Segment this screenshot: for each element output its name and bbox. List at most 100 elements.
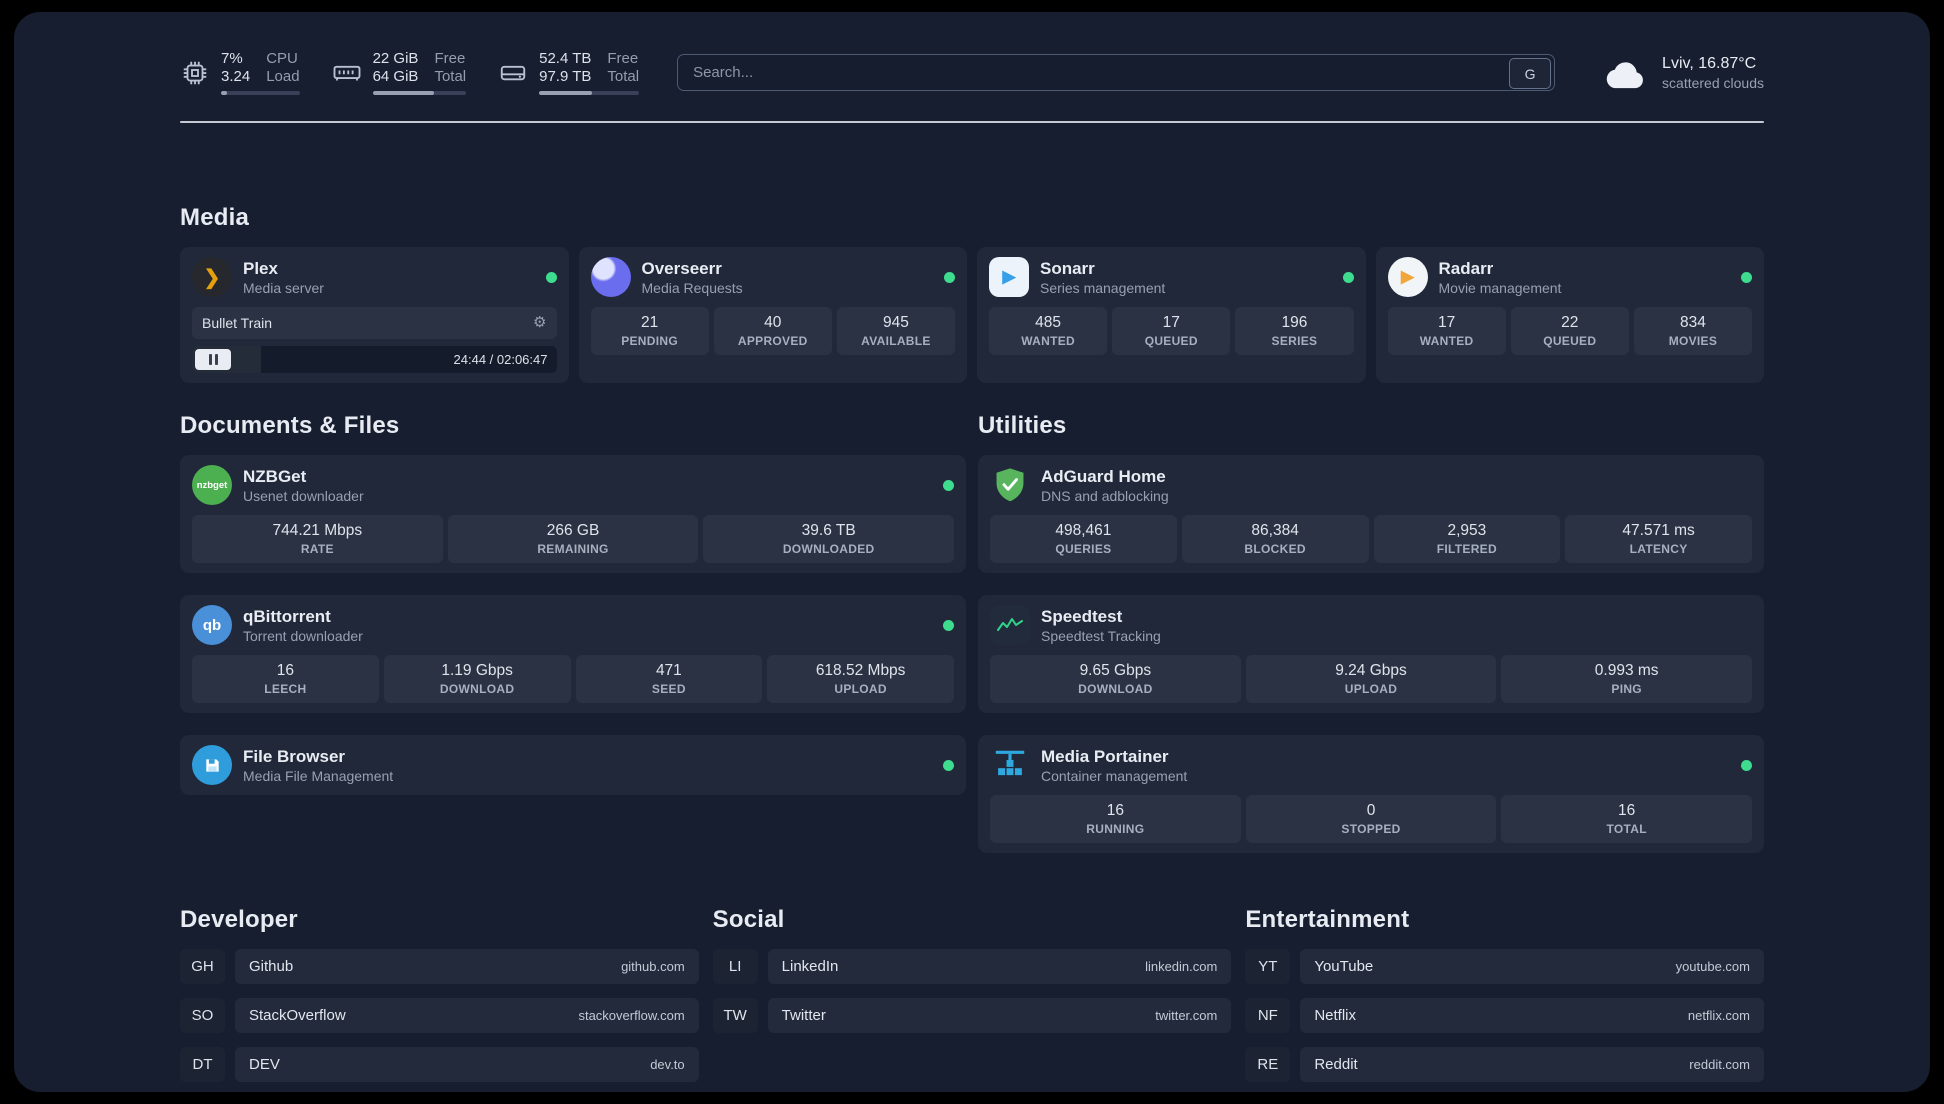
bookmark-link-netflix[interactable]: NF Netflix netflix.com bbox=[1245, 998, 1764, 1033]
bookmark-domain: stackoverflow.com bbox=[578, 1008, 685, 1023]
service-name: Sonarr bbox=[1040, 258, 1095, 278]
service-card-adguard[interactable]: AdGuard Home DNS and adblocking 498,461 … bbox=[978, 455, 1764, 573]
cloud-icon bbox=[1606, 61, 1643, 88]
stat-latency: 47.571 ms LATENCY bbox=[1565, 515, 1752, 563]
search-input[interactable] bbox=[677, 54, 1556, 91]
memory-total-value: 64 GiB bbox=[372, 68, 419, 85]
stat-pending: 21 PENDING bbox=[590, 307, 709, 355]
service-desc: DNS and adblocking bbox=[1041, 487, 1169, 504]
plex-icon: ❯ bbox=[192, 257, 232, 297]
disk-widget: 52.4 TB 97.9 TB Free Total bbox=[498, 50, 640, 95]
bookmark-abbr: DT bbox=[180, 1047, 225, 1082]
bookmark-group-developer: Developer GH Github github.com SO StackO… bbox=[180, 905, 699, 1082]
service-desc: Media server bbox=[243, 279, 324, 296]
top-bar: 7% 3.24 CPU Load 22 GiB 64 GiB Free Tota… bbox=[180, 50, 1764, 95]
bookmark-link-github[interactable]: GH Github github.com bbox=[180, 949, 699, 984]
section-title-entertainment: Entertainment bbox=[1245, 906, 1410, 933]
service-desc: Movie management bbox=[1438, 279, 1562, 296]
disk-free-label: Free bbox=[607, 50, 639, 67]
weather-condition: scattered clouds bbox=[1662, 75, 1764, 91]
bookmark-abbr: YT bbox=[1245, 949, 1291, 984]
service-name: Speedtest bbox=[1041, 606, 1123, 626]
disk-progress-bar bbox=[539, 91, 640, 95]
stat-download: 1.19 Gbps DOWNLOAD bbox=[383, 655, 571, 703]
status-indicator bbox=[944, 271, 955, 283]
service-desc: Media File Management bbox=[243, 767, 394, 784]
bookmark-link-reddit[interactable]: RE Reddit reddit.com bbox=[1245, 1047, 1764, 1082]
stat-movies: 834 MOVIES bbox=[1633, 307, 1753, 355]
search-bar: G bbox=[677, 54, 1556, 91]
disk-free-value: 52.4 TB bbox=[539, 50, 592, 67]
cpu-load-value: 3.24 bbox=[221, 68, 251, 85]
disk-total-label: Total bbox=[607, 68, 640, 85]
bookmark-domain: reddit.com bbox=[1689, 1057, 1750, 1072]
cpu-widget: 7% 3.24 CPU Load bbox=[180, 50, 300, 95]
service-card-speedtest[interactable]: Speedtest Speedtest Tracking 9.65 Gbps D… bbox=[978, 595, 1764, 713]
stat-filtered: 2,953 FILTERED bbox=[1373, 515, 1561, 563]
bookmark-link-stackoverflow[interactable]: SO StackOverflow stackoverflow.com bbox=[180, 998, 699, 1033]
playback-time: 24:44 / 02:06:47 bbox=[453, 352, 548, 367]
bookmark-abbr: GH bbox=[180, 949, 225, 984]
service-name: File Browser bbox=[243, 746, 346, 766]
search-engine-button[interactable]: G bbox=[1509, 58, 1552, 89]
bookmark-name: LinkedIn bbox=[781, 958, 839, 975]
stat-download: 9.65 Gbps DOWNLOAD bbox=[990, 655, 1241, 703]
cpu-usage-value: 7% bbox=[221, 50, 243, 67]
stat-wanted: 485 WANTED bbox=[989, 307, 1108, 355]
section-documents: Documents & Files nzbget NZBGet Usenet d… bbox=[180, 411, 966, 795]
service-card-filebrowser[interactable]: File Browser Media File Management bbox=[180, 735, 966, 795]
memory-total-label: Total bbox=[434, 68, 467, 85]
cpu-icon bbox=[183, 61, 207, 84]
section-media: Media ❯ Plex Media server Bullet Train ⚙ bbox=[180, 203, 1764, 383]
stat-upload: 618.52 Mbps UPLOAD bbox=[767, 655, 954, 703]
service-card-sonarr[interactable]: ▶ Sonarr Series management 485 WANTED 17… bbox=[977, 247, 1366, 383]
bookmark-link-twitter[interactable]: TW Twitter twitter.com bbox=[712, 998, 1232, 1033]
stat-wanted: 17 WANTED bbox=[1387, 307, 1506, 355]
gear-icon[interactable]: ⚙ bbox=[533, 313, 546, 333]
service-card-portainer[interactable]: Media Portainer Container management 16 … bbox=[978, 735, 1764, 853]
sonarr-icon: ▶ bbox=[989, 257, 1029, 297]
service-card-plex[interactable]: ❯ Plex Media server Bullet Train ⚙ 24:44… bbox=[180, 247, 569, 383]
bookmark-domain: linkedin.com bbox=[1145, 959, 1218, 974]
service-name: Plex bbox=[243, 258, 278, 278]
stat-ping: 0.993 ms PING bbox=[1501, 655, 1753, 703]
bookmark-name: Twitter bbox=[781, 1007, 826, 1024]
bookmark-abbr: TW bbox=[712, 998, 758, 1033]
stat-remaining: 266 GB REMAINING bbox=[447, 515, 699, 563]
memory-free-value: 22 GiB bbox=[372, 50, 419, 67]
service-card-qbittorrent[interactable]: qb qBittorrent Torrent downloader 16 LEE… bbox=[180, 595, 966, 713]
stat-rate: 744.21 Mbps RATE bbox=[192, 515, 443, 563]
stat-seed: 471 SEED bbox=[575, 655, 763, 703]
homepage-dashboard: 7% 3.24 CPU Load 22 GiB 64 GiB Free Tota… bbox=[14, 12, 1930, 1092]
bookmark-link-dev[interactable]: DT DEV dev.to bbox=[180, 1047, 699, 1082]
service-card-radarr[interactable]: ▶ Radarr Movie management 17 WANTED 22 Q… bbox=[1375, 247, 1764, 383]
stat-total: 16 TOTAL bbox=[1501, 795, 1753, 843]
service-desc: Container management bbox=[1041, 767, 1188, 784]
cpu-label: CPU bbox=[266, 50, 298, 67]
status-indicator bbox=[943, 759, 954, 771]
section-title-media: Media bbox=[180, 204, 250, 231]
stat-downloaded: 39.6 TB DOWNLOADED bbox=[703, 515, 955, 563]
media-progress-bar[interactable]: 24:44 / 02:06:47 bbox=[192, 346, 557, 373]
service-desc: Usenet downloader bbox=[243, 487, 364, 504]
memory-free-label: Free bbox=[434, 50, 466, 67]
stat-queued: 22 QUEUED bbox=[1510, 307, 1629, 355]
bookmark-group-entertainment: Entertainment YT YouTube youtube.com NF … bbox=[1245, 905, 1764, 1082]
section-title-developer: Developer bbox=[180, 906, 298, 933]
service-card-overseerr[interactable]: Overseerr Media Requests 21 PENDING 40 A… bbox=[578, 247, 967, 383]
disk-total-value: 97.9 TB bbox=[539, 68, 592, 85]
bookmark-link-linkedin[interactable]: LI LinkedIn linkedin.com bbox=[712, 949, 1232, 984]
bookmark-abbr: SO bbox=[180, 998, 225, 1033]
status-indicator bbox=[1741, 759, 1752, 771]
bookmark-link-youtube[interactable]: YT YouTube youtube.com bbox=[1245, 949, 1764, 984]
pause-button[interactable] bbox=[195, 349, 231, 370]
stat-available: 945 AVAILABLE bbox=[836, 307, 956, 355]
stat-running: 16 RUNNING bbox=[990, 795, 1241, 843]
stat-queued: 17 QUEUED bbox=[1112, 307, 1231, 355]
service-card-nzbget[interactable]: nzbget NZBGet Usenet downloader 744.21 M… bbox=[180, 455, 966, 573]
qbittorrent-icon: qb bbox=[192, 605, 232, 645]
service-desc: Series management bbox=[1040, 279, 1166, 296]
filebrowser-icon bbox=[192, 745, 232, 785]
now-playing-row: Bullet Train ⚙ bbox=[192, 307, 557, 339]
service-name: NZBGet bbox=[243, 466, 307, 486]
